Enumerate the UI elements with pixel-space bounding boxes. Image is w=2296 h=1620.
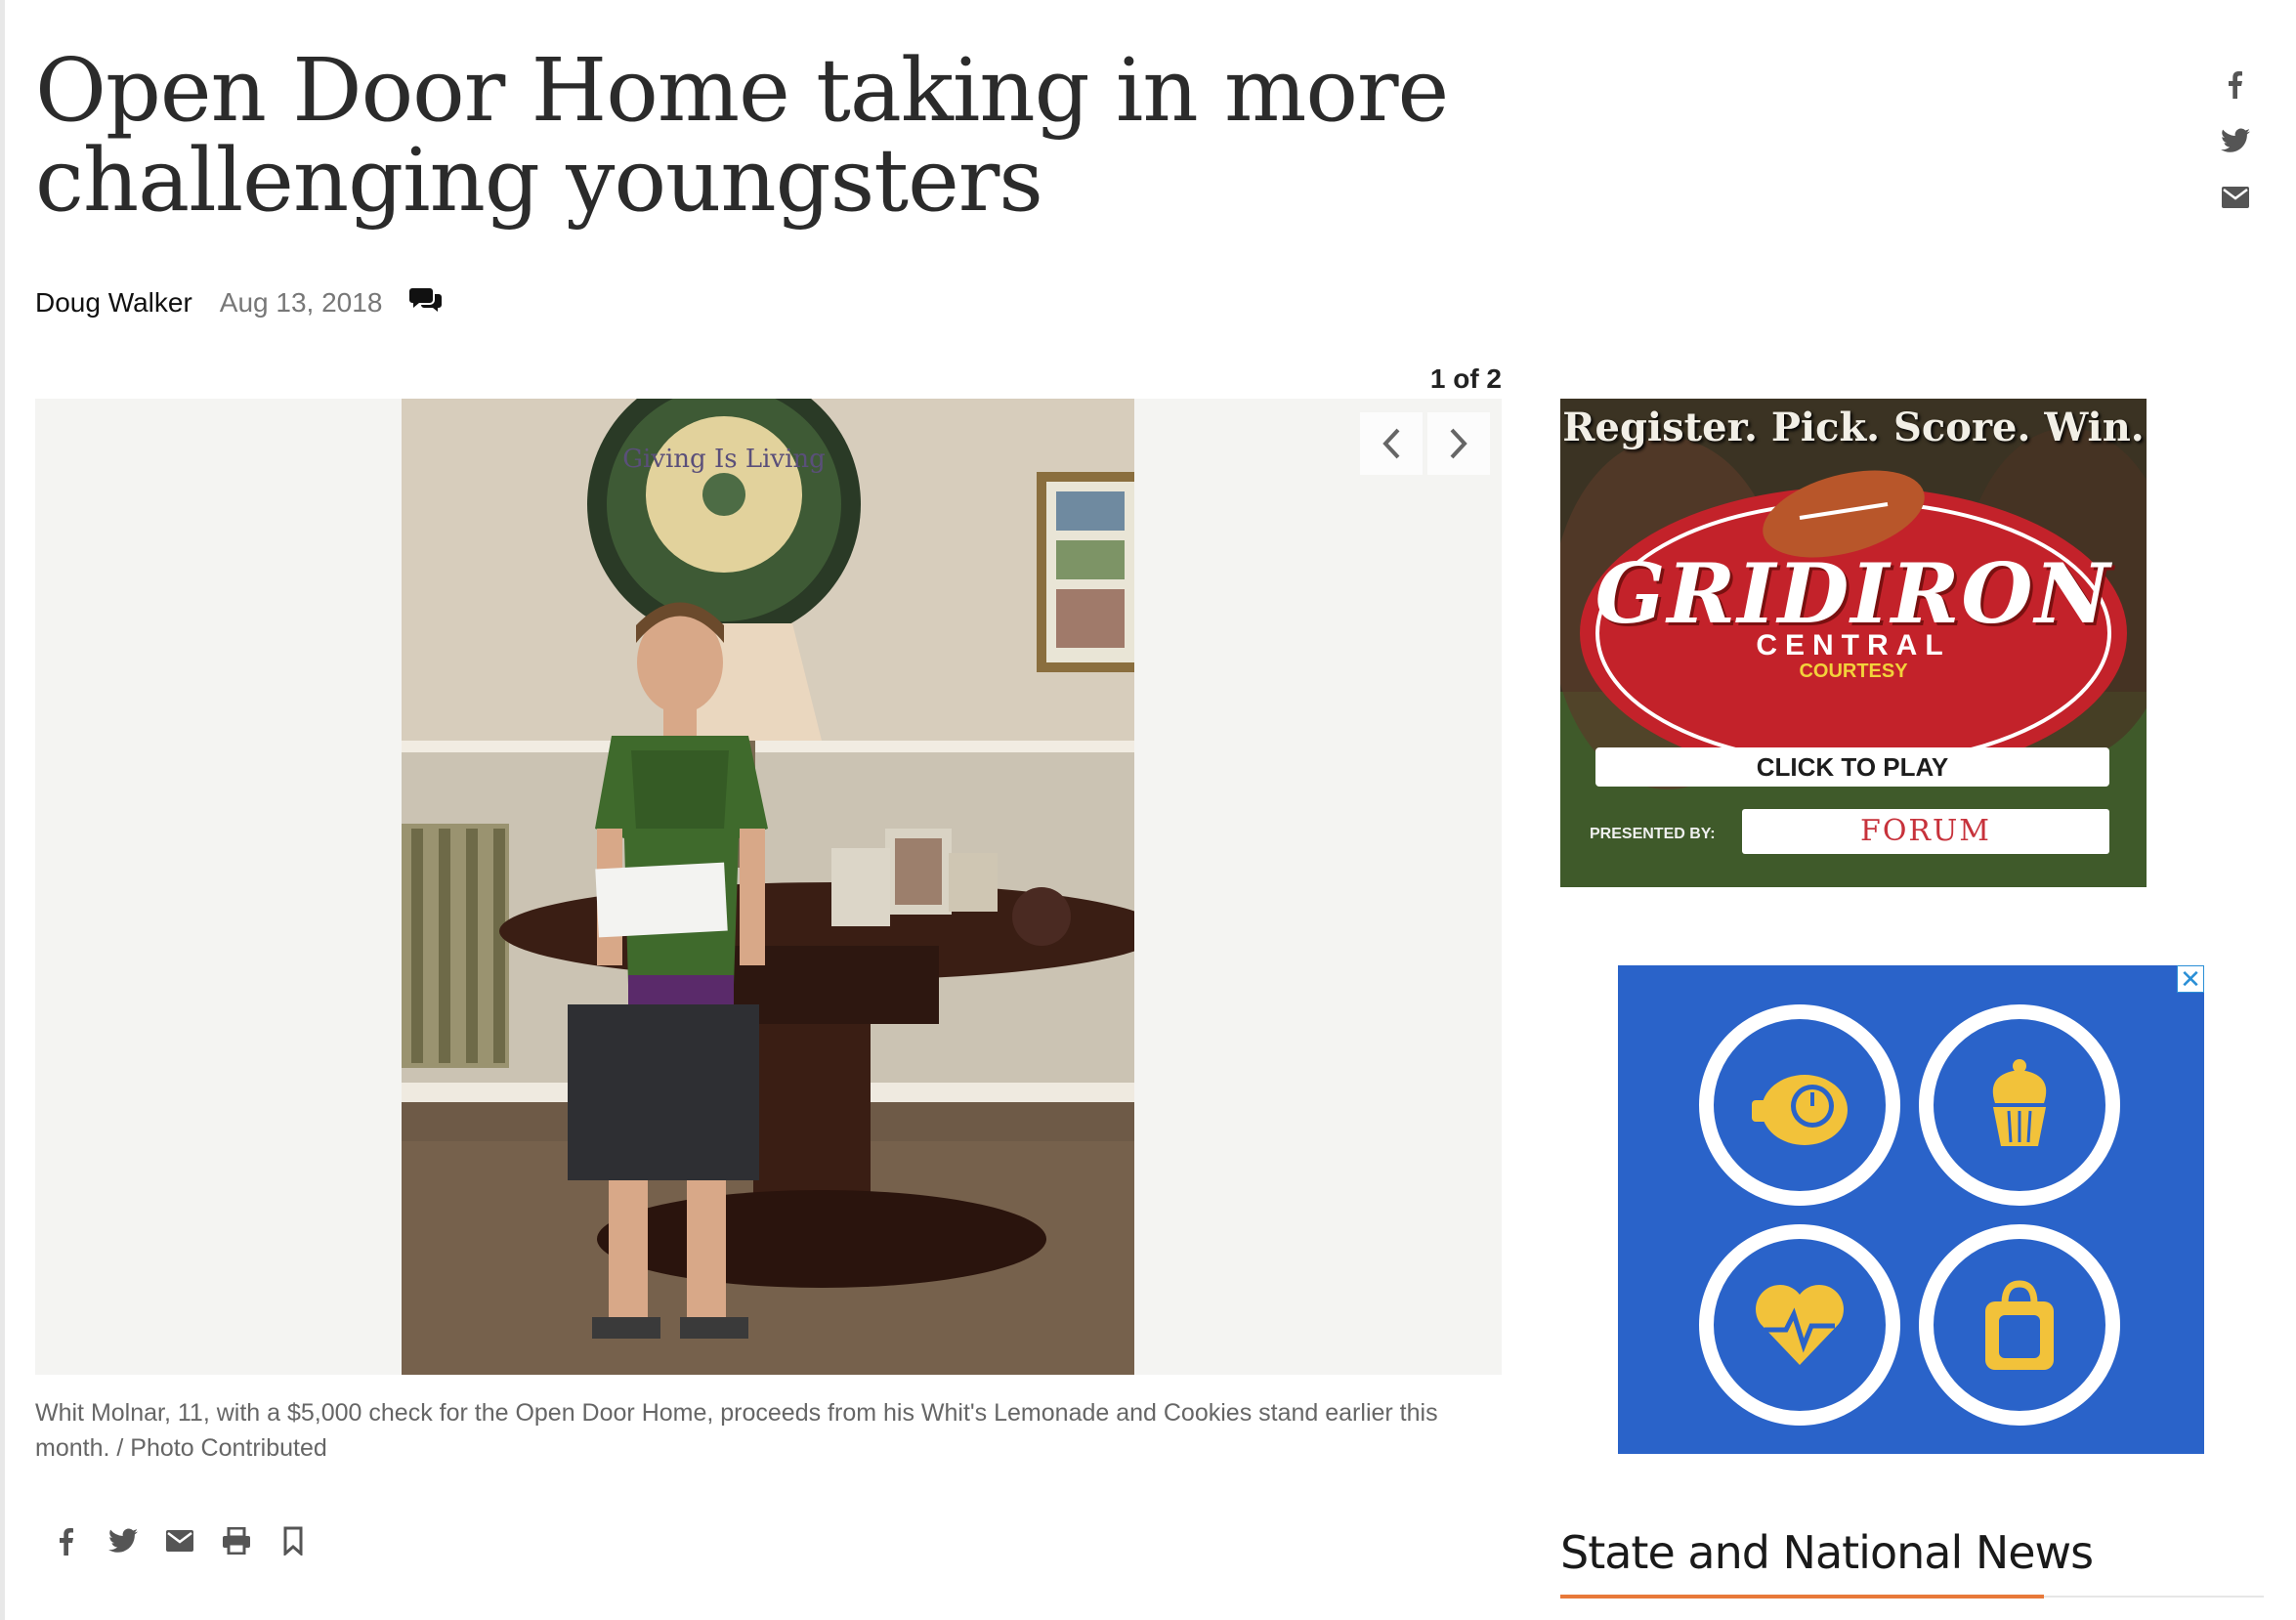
twitter-icon[interactable] <box>2220 125 2251 156</box>
email-icon[interactable] <box>164 1524 195 1557</box>
gridiron-ad[interactable]: Register. Pick. Score. Win. GRIDIRON CEN… <box>1560 399 2147 887</box>
close-icon[interactable]: ✕ <box>2177 965 2204 993</box>
gallery-counter: 1 of 2 <box>1429 363 1502 394</box>
article-tools <box>51 1524 309 1557</box>
print-icon[interactable] <box>221 1524 252 1557</box>
gallery-prev-button[interactable] <box>1360 412 1423 475</box>
ad-brand: GRIDIRON <box>1594 545 2112 642</box>
wall-sign-text: Giving Is Living <box>622 445 826 474</box>
page-edge <box>0 0 5 1620</box>
icon-ad[interactable]: ✕ <box>1618 965 2204 1454</box>
section-divider-accent <box>1560 1595 2044 1599</box>
grocery-bag-icon <box>1919 1224 2120 1426</box>
publish-date: Aug 13, 2018 <box>219 287 383 318</box>
gallery-photo[interactable]: Giving Is Living <box>402 399 1134 1375</box>
chevron-left-icon <box>1382 428 1400 459</box>
food-timer-icon <box>1699 1004 1900 1206</box>
byline: Doug Walker Aug 13, 2018 <box>35 283 443 322</box>
cupcake-icon <box>1919 1004 2120 1206</box>
ad-tagline: Register. Pick. Score. Win. <box>1562 405 2145 450</box>
gallery-next-button[interactable] <box>1427 412 1490 475</box>
share-rail <box>2220 68 2251 213</box>
email-icon[interactable] <box>2220 182 2251 213</box>
bookmark-icon[interactable] <box>277 1524 309 1557</box>
ad-presented-by: PRESENTED BY: <box>1590 826 1716 842</box>
article-headline: Open Door Home taking in more challengin… <box>35 39 1449 231</box>
facebook-icon[interactable] <box>2220 68 2251 100</box>
author-link[interactable]: Doug Walker <box>35 287 192 319</box>
click-to-play-button[interactable]: CLICK TO PLAY <box>1595 747 2109 787</box>
photo-caption: Whit Molnar, 11, with a $5,000 check for… <box>35 1399 1438 1462</box>
facebook-icon[interactable] <box>51 1524 82 1557</box>
comments-icon[interactable] <box>409 286 443 320</box>
ad-brand-sub: CENTRAL <box>1756 629 1951 661</box>
chevron-right-icon <box>1450 428 1467 459</box>
section-title-state-national-news[interactable]: State and National News <box>1560 1526 2094 1579</box>
ad-courtesy: COURTESY <box>1799 661 1908 682</box>
heart-pulse-icon <box>1699 1224 1900 1426</box>
ad-sponsor-logo: FORUM <box>1742 809 2109 854</box>
twitter-icon[interactable] <box>107 1524 139 1557</box>
photo-gallery: Giving Is Living <box>35 399 1502 1375</box>
